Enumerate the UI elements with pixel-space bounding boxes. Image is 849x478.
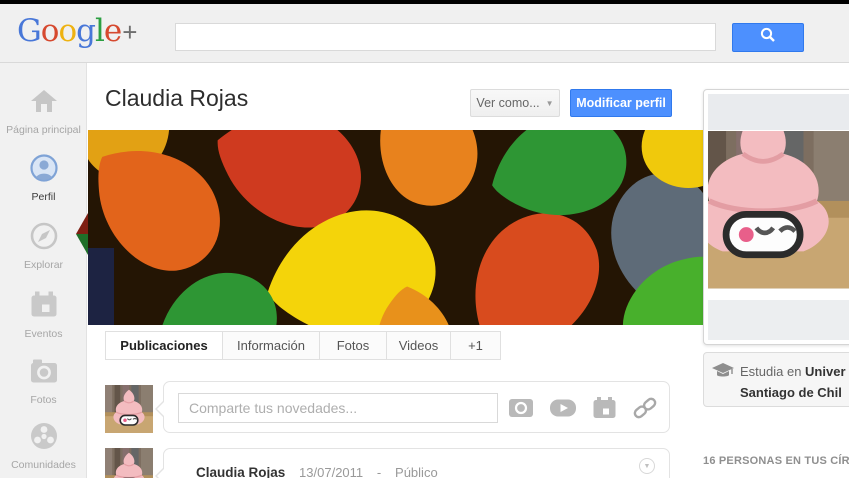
post-separator: - [376,465,382,478]
post-author-link[interactable]: Claudia Rojas [196,465,285,478]
search-button[interactable] [732,23,804,52]
tab-fotos[interactable]: Fotos [320,331,387,360]
google-plus-logo[interactable]: Google+ [17,13,137,49]
post-item[interactable]: Claudia Rojas 13/07/2011 - Público ▼ [155,448,670,478]
photo-card-header [708,94,849,130]
post-visibility[interactable]: Público [395,465,438,478]
tab-informacion[interactable]: Información [223,331,320,360]
tab-plus-one[interactable]: +1 [451,331,501,360]
view-as-button[interactable]: Ver como... ▼ [470,89,560,117]
chevron-down-icon: ▼ [643,462,651,470]
search-icon [759,26,777,49]
link-icon[interactable] [632,396,658,420]
logo-plus-sign: + [122,17,137,47]
tab-videos[interactable]: Videos [387,331,451,360]
left-nav-ribbon: Página principal Perfil Explorar Eventos… [0,63,87,478]
chevron-down-icon: ▼ [545,98,554,108]
edit-profile-button[interactable]: Modificar perfil [570,89,672,117]
app-header: Google+ [0,4,849,63]
circles-heading: 16 PERSONAS EN TUS CÍRCUL [703,455,849,467]
post-composer [155,381,670,433]
video-icon[interactable] [550,396,576,420]
sidebar-item-communities[interactable]: Comunidades [0,421,87,471]
search-input[interactable] [175,23,716,51]
home-icon [29,86,59,116]
profile-photo[interactable] [708,131,849,299]
post-date: 13/07/2011 [299,465,364,478]
cover-photo-image [88,130,703,325]
sidebar-item-photos[interactable]: Fotos [0,356,87,406]
photo-card-footer [708,300,849,340]
explore-icon [29,221,59,251]
education-info-card: Estudia en Univer Santiago de Chil [703,352,849,407]
sidebar-item-events[interactable]: Eventos [0,290,87,340]
avatar[interactable] [105,385,153,433]
avatar[interactable] [105,448,153,478]
page-title: Claudia Rojas [105,85,249,111]
photos-icon [29,356,59,386]
events-icon [29,290,59,320]
cover-photo[interactable] [76,130,703,325]
post-byline: Claudia Rojas 13/07/2011 - Público [196,465,438,478]
sidebar-item-home[interactable]: Página principal [0,86,87,136]
tab-publicaciones[interactable]: Publicaciones [105,331,223,360]
event-icon[interactable] [592,396,618,420]
profile-tabs: Publicaciones Información Fotos Videos +… [105,331,501,360]
profile-icon [29,153,59,183]
profile-main-area: Claudia Rojas Ver como... ▼ Modificar pe… [76,63,703,478]
graduation-cap-icon [712,363,734,379]
post-collapse-button[interactable]: ▼ [639,458,655,474]
profile-photo-card[interactable] [703,89,849,345]
sidebar-item-profile[interactable]: Perfil [0,153,87,203]
education-text: Estudia en Univer Santiago de Chil [740,364,846,400]
communities-icon [29,421,59,451]
camera-icon[interactable] [508,396,534,420]
cover-nav-pointer [76,213,88,255]
sidebar-item-explore[interactable]: Explorar [0,221,87,271]
share-input[interactable] [178,393,498,423]
